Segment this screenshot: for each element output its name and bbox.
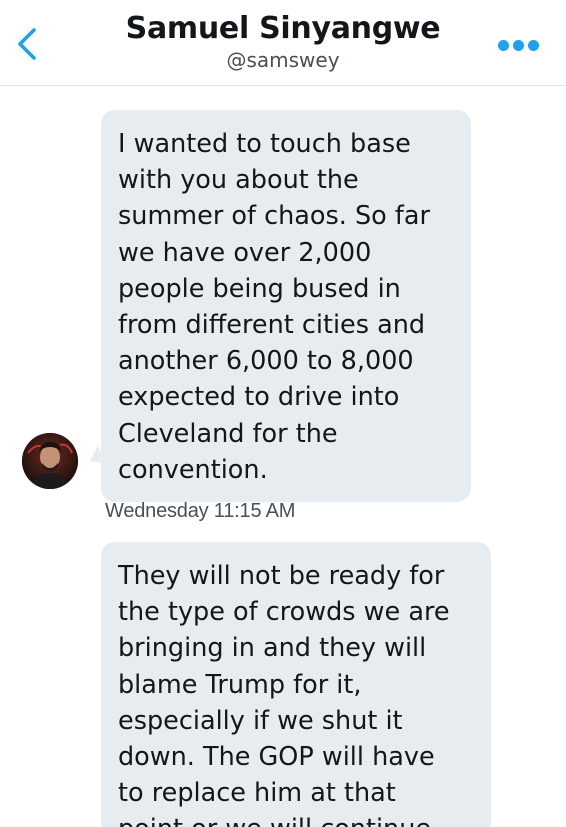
message-thread[interactable]: I wanted to touch base with you about th… <box>0 86 566 827</box>
contact-name: Samuel Sinyangwe <box>125 11 441 46</box>
more-dot-icon <box>513 40 524 51</box>
contact-handle: @samswey <box>226 48 340 72</box>
more-options-button[interactable] <box>498 36 544 51</box>
avatar-icon <box>22 433 78 489</box>
user-avatar[interactable] <box>22 433 78 489</box>
conversation-header: Samuel Sinyangwe @samswey <box>0 0 566 86</box>
message-timestamp: Wednesday 11:15 AM <box>105 500 296 522</box>
message-bubble[interactable]: They will not be ready for the type of c… <box>101 542 491 827</box>
more-dot-icon <box>528 40 539 51</box>
more-dot-icon <box>498 40 509 51</box>
message-bubble[interactable]: I wanted to touch base with you about th… <box>101 110 471 503</box>
conversation-title-block: Samuel Sinyangwe @samswey <box>0 10 566 72</box>
